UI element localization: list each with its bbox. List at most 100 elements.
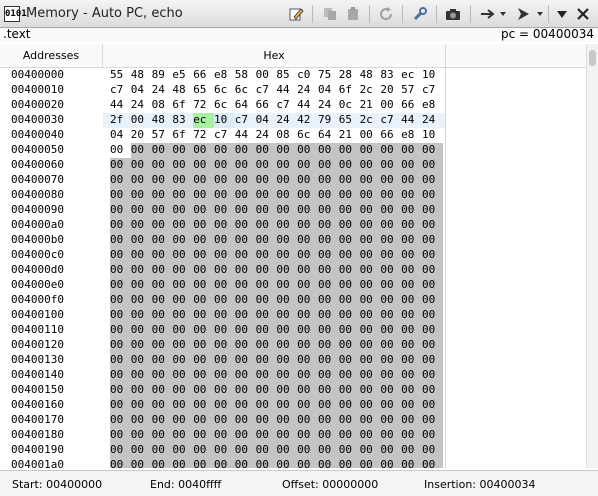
hex-byte[interactable]: 00 (130, 368, 152, 383)
hex-byte[interactable]: c7 (380, 113, 401, 128)
hex-byte[interactable]: 00 (297, 308, 318, 323)
hex-byte[interactable]: 00 (110, 338, 131, 353)
hex-byte[interactable]: 00 (297, 368, 318, 383)
hex-byte[interactable]: 00 (234, 308, 256, 323)
hex-byte[interactable]: 00 (151, 233, 173, 248)
hex-byte[interactable]: 00 (401, 188, 422, 203)
hex-byte[interactable]: 00 (338, 413, 360, 428)
hex-byte[interactable]: 6f (172, 98, 193, 113)
hex-byte[interactable]: 00 (401, 323, 422, 338)
hex-byte[interactable]: 00 (380, 158, 402, 173)
hex-byte[interactable]: 00 (338, 293, 360, 308)
hex-byte[interactable]: 00 (151, 428, 173, 443)
hex-byte[interactable]: c7 (276, 98, 297, 113)
hex-byte[interactable]: 24 (152, 83, 173, 98)
hex-byte[interactable]: 00 (151, 338, 173, 353)
hex-byte[interactable]: 00 (380, 263, 402, 278)
hex-byte[interactable]: 58 (235, 68, 256, 83)
hex-byte[interactable]: 00 (172, 398, 194, 413)
hex-byte[interactable]: 00 (421, 353, 443, 368)
hex-byte[interactable]: 00 (380, 368, 402, 383)
hex-byte[interactable]: 00 (276, 233, 298, 248)
hex-byte[interactable]: 00 (297, 323, 318, 338)
hex-byte[interactable]: 00 (193, 443, 214, 458)
hex-byte[interactable]: 00 (110, 188, 131, 203)
hex-byte[interactable]: 44 (110, 98, 131, 113)
hex-byte[interactable]: 83 (172, 113, 193, 128)
hex-byte[interactable]: 00 (213, 143, 235, 158)
hex-byte[interactable]: 00 (130, 353, 152, 368)
hex-byte[interactable]: 00 (359, 143, 381, 158)
hex-byte[interactable]: 65 (339, 113, 360, 128)
hex-byte[interactable]: 00 (234, 383, 256, 398)
hex-byte[interactable]: c7 (110, 83, 131, 98)
hex-byte[interactable]: 00 (130, 413, 152, 428)
hex-byte[interactable]: 85 (276, 68, 297, 83)
hex-byte[interactable]: 00 (255, 428, 277, 443)
hex-byte[interactable]: 00 (151, 248, 173, 263)
hex-byte[interactable]: 00 (172, 308, 194, 323)
hex-byte[interactable]: 00 (234, 293, 256, 308)
hex-byte[interactable]: 00 (213, 353, 235, 368)
hex-byte[interactable]: 00 (421, 398, 443, 413)
hex-byte[interactable]: 00 (213, 368, 235, 383)
hex-byte[interactable]: 00 (130, 293, 152, 308)
hex-byte[interactable]: 00 (359, 458, 381, 468)
hex-byte[interactable]: 00 (380, 143, 402, 158)
hex-byte[interactable]: 00 (172, 278, 194, 293)
hex-byte[interactable]: 08 (276, 128, 297, 143)
hex-byte[interactable]: 00 (338, 263, 360, 278)
hex-byte[interactable]: 00 (380, 218, 402, 233)
hex-byte[interactable]: 00 (317, 323, 339, 338)
hex-byte[interactable]: 00 (234, 203, 256, 218)
hex-byte[interactable]: 2c (360, 83, 381, 98)
hex-byte[interactable]: 00 (360, 128, 381, 143)
hex-byte[interactable]: 00 (151, 383, 173, 398)
hex-byte[interactable]: 00 (213, 218, 235, 233)
hex-byte[interactable]: 00 (276, 368, 298, 383)
hex-byte[interactable]: 24 (422, 113, 443, 128)
hex-byte[interactable]: c7 (235, 113, 256, 128)
hex-byte[interactable]: 00 (234, 173, 256, 188)
hex-byte[interactable]: 00 (255, 353, 277, 368)
hex-byte[interactable]: 00 (151, 443, 173, 458)
hex-byte[interactable]: 00 (172, 293, 194, 308)
hex-byte[interactable]: 00 (297, 188, 318, 203)
hex-byte[interactable]: 00 (317, 278, 339, 293)
hex-byte[interactable]: 00 (255, 218, 277, 233)
hex-byte[interactable]: 00 (338, 368, 360, 383)
hex-byte[interactable]: 00 (172, 323, 194, 338)
hex-byte[interactable]: 6c (297, 128, 318, 143)
hex-byte[interactable]: 00 (110, 218, 131, 233)
hex-byte[interactable]: 00 (317, 458, 339, 468)
hex-byte[interactable]: 00 (213, 398, 235, 413)
hex-byte[interactable]: 00 (380, 398, 402, 413)
hex-byte[interactable]: 00 (255, 383, 277, 398)
hex-byte[interactable]: 00 (297, 383, 318, 398)
hex-byte[interactable]: 00 (297, 173, 318, 188)
hex-byte[interactable]: 00 (110, 278, 131, 293)
hex-byte[interactable]: 00 (401, 428, 422, 443)
hex-byte[interactable]: 00 (234, 143, 256, 158)
hex-byte[interactable]: 00 (359, 218, 381, 233)
hex-byte[interactable]: 00 (359, 323, 381, 338)
hex-byte[interactable]: 00 (401, 308, 422, 323)
hex-byte[interactable]: 00 (110, 293, 131, 308)
hex-byte[interactable]: 00 (338, 398, 360, 413)
hex-byte[interactable]: 64 (235, 98, 256, 113)
edit-icon[interactable] (286, 4, 306, 24)
hex-byte[interactable]: 00 (359, 368, 381, 383)
hex-byte[interactable]: 00 (110, 308, 131, 323)
hex-byte[interactable]: 00 (213, 158, 235, 173)
hex-byte[interactable]: 00 (359, 233, 381, 248)
hex-byte[interactable]: 00 (234, 428, 256, 443)
hex-byte[interactable]: 00 (359, 188, 381, 203)
hex-byte[interactable]: 00 (110, 233, 131, 248)
hex-byte[interactable]: e8 (401, 128, 422, 143)
hex-byte[interactable]: 00 (338, 383, 360, 398)
hex-byte[interactable]: 00 (401, 173, 422, 188)
hex-byte[interactable]: 00 (317, 353, 339, 368)
hex-byte[interactable]: 00 (401, 203, 422, 218)
hex-byte[interactable]: 00 (359, 293, 381, 308)
hex-byte[interactable]: 00 (193, 458, 214, 468)
